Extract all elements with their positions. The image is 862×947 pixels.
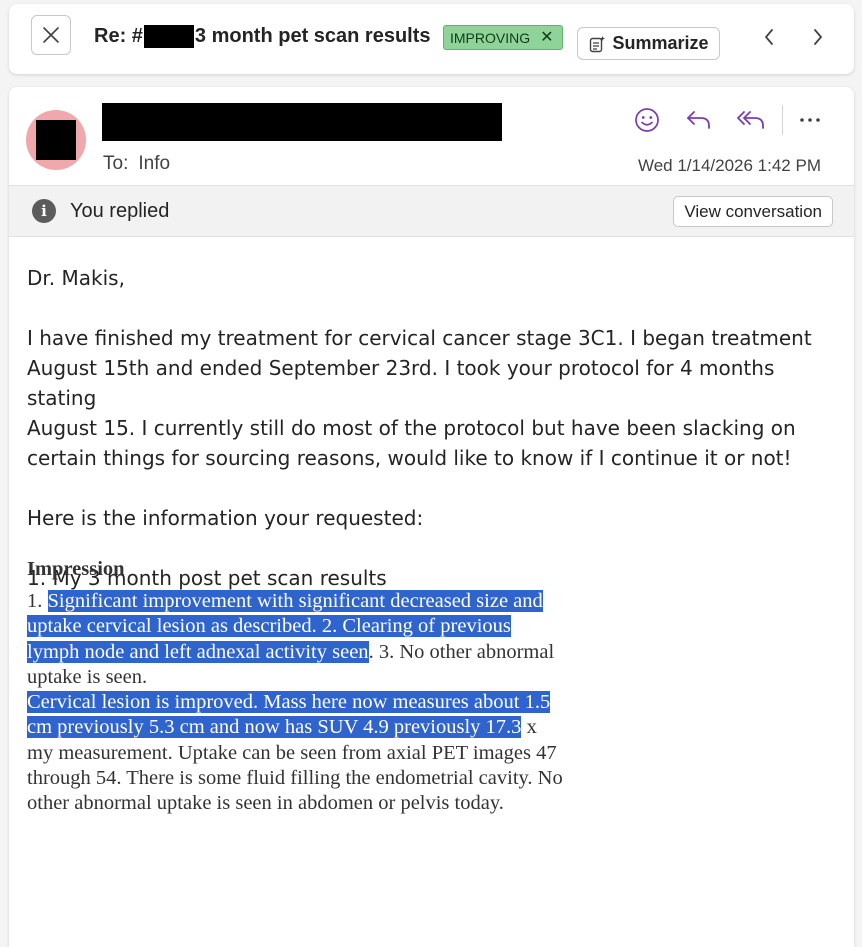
impression-line: uptake cervical lesion as described. 2. … [27,614,607,639]
impression-section: Impression 1. Significant improvement wi… [27,557,607,817]
impression-text: x [521,716,537,739]
info-icon: i [32,199,56,223]
previous-button[interactable] [756,22,782,52]
message-actions [628,101,827,139]
impression-line: cm previously 5.3 cm and now has SUV 4.9… [27,715,607,740]
subject-prefix: Re: # [94,25,143,47]
impression-line: my measurement. Uptake can be seen from … [27,741,557,764]
message-header-bar: Re: # 3 month pet scan results IMPROVING… [9,4,854,74]
recipient-name[interactable]: Info [138,153,170,174]
highlighted-text: cm previously 5.3 cm and now has SUV 4.9… [27,716,522,739]
reply-icon [687,111,710,129]
close-button[interactable] [31,15,71,55]
impression-line: Cervical lesion is improved. Mass here n… [27,690,607,715]
impression-line: lymph node and left adnexal activity see… [27,640,607,665]
body-line: August 15. I currently still do most of … [27,416,796,440]
impression-line: other abnormal uptake is seen in abdomen… [27,792,504,815]
summarize-label: Summarize [612,33,709,53]
reply-button[interactable] [680,101,718,139]
body-line: I have finished my treatment for cervica… [27,326,812,350]
reaction-button[interactable] [628,101,666,139]
highlighted-text: uptake cervical lesion as described. 2. … [27,615,511,638]
tag-remove-icon[interactable]: ✕ [540,29,553,46]
smiley-icon [635,108,659,132]
summarize-button[interactable]: Summarize [577,27,720,60]
subject-text: 3 month pet scan results [194,25,431,47]
next-button[interactable] [805,22,831,52]
impression-heading: Impression [27,558,125,580]
close-icon [43,27,59,43]
more-icon [800,118,820,122]
impression-text: . 3. No other abnormal [368,640,555,663]
sender-redacted [102,103,502,141]
impression-line: 1. Significant improvement with signific… [27,589,607,614]
body-line: certain things for sourcing reasons, wou… [27,446,792,470]
recipient-line: To: Info [103,153,170,175]
highlighted-text: Cervical lesion is improved. Mass here n… [27,691,551,714]
view-conversation-button[interactable]: View conversation [673,196,833,227]
chevron-right-icon [814,29,822,45]
replied-info-bar: i You replied View conversation [9,185,854,237]
message-card: To: Info Wed 1/14/2026 1:42 PM i You rep… [9,87,854,947]
highlighted-text: Significant improvement with significant… [47,590,543,612]
avatar[interactable] [26,110,86,170]
category-tag[interactable]: IMPROVING ✕ [443,25,563,50]
tag-label: IMPROVING [450,29,531,46]
divider [782,105,783,135]
chevron-left-icon [765,29,773,45]
reply-all-icon [737,111,764,129]
impression-line: uptake is seen. [27,665,148,688]
body-line: Here is the information your requested: [27,506,424,530]
greeting: Dr. Makis, [27,266,125,290]
message-date: Wed 1/14/2026 1:42 PM [637,156,821,175]
more-actions-button[interactable] [793,101,827,139]
subject-line: Re: # 3 month pet scan results [94,25,431,48]
redacted-block [36,120,76,160]
reply-all-button[interactable] [732,101,770,139]
summarize-icon [590,35,606,52]
impression-line: through 54. There is some fluid filling … [27,767,563,790]
body-line: August 15th and ended September 23rd. I … [27,356,775,410]
impression-text: 1. [27,590,48,612]
to-label: To: [103,153,129,174]
redacted-block [143,25,194,48]
replied-notice: You replied [70,200,170,222]
highlighted-text: lymph node and left adnexal activity see… [27,640,369,663]
message-body: Dr. Makis, I have finished my treatment … [27,263,832,593]
